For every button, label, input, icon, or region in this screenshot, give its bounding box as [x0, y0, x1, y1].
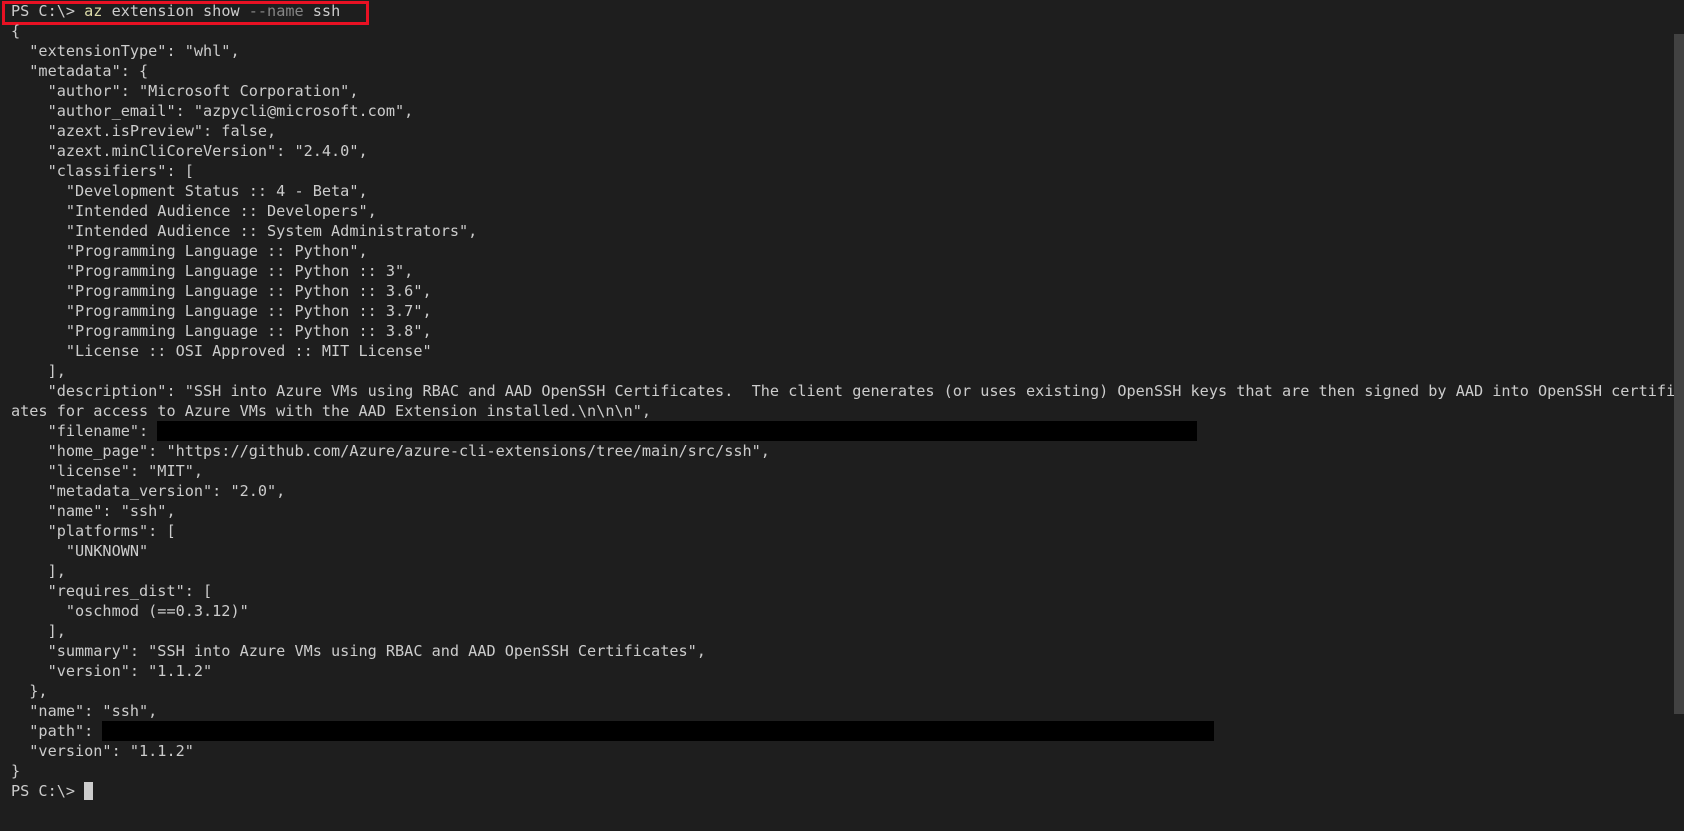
output-line: "home_page": "https://github.com/Azure/a… [11, 442, 770, 460]
output-line: ], [11, 622, 66, 640]
output-line: "Programming Language :: Python :: 3.8", [11, 322, 432, 340]
redacted-path [102, 721, 1215, 741]
output-line: "Intended Audience :: System Administrat… [11, 222, 478, 240]
output-line: ], [11, 362, 66, 380]
output-line: "azext.minCliCoreVersion": "2.4.0", [11, 142, 368, 160]
output-line: "Programming Language :: Python", [11, 242, 368, 260]
command-line: PS C:\> az extension show --name ssh [11, 1, 1671, 21]
output-line: "author_email": "azpycli@microsoft.com", [11, 102, 414, 120]
output-line: "metadata_version": "2.0", [11, 482, 286, 500]
output-line: "platforms": [ [11, 522, 176, 540]
output-line: "version": "1.1.2" [11, 742, 194, 760]
terminal-window[interactable]: PS C:\> az extension show --name ssh { "… [0, 0, 1684, 831]
output-line: ], [11, 562, 66, 580]
output-line-path: "path": [11, 721, 1671, 741]
final-prompt-line[interactable]: PS C:\> [11, 781, 1671, 801]
output-line: "extensionType": "whl", [11, 42, 240, 60]
output-line: "requires_dist": [ [11, 582, 213, 600]
output-line: "Development Status :: 4 - Beta", [11, 182, 368, 200]
output-line: }, [11, 682, 48, 700]
output-line: "oschmod (==0.3.12)" [11, 602, 249, 620]
output-line: } [11, 762, 21, 780]
output-line: "Intended Audience :: Developers", [11, 202, 377, 220]
text-cursor[interactable] [84, 782, 94, 800]
command-flag: --name [248, 2, 304, 20]
output-line: "classifiers": [ [11, 162, 194, 180]
output-line: ates for access to Azure VMs with the AA… [11, 402, 652, 420]
output-line: "description": "SSH into Azure VMs using… [11, 382, 1684, 400]
command-exe: az [84, 2, 103, 20]
prompt: PS C:\> [11, 2, 85, 20]
output-line: "Programming Language :: Python :: 3.6", [11, 282, 432, 300]
scrollbar-track[interactable] [1674, 0, 1684, 831]
output-line: "summary": "SSH into Azure VMs using RBA… [11, 642, 706, 660]
terminal-output: PS C:\> az extension show --name ssh { "… [11, 1, 1684, 801]
command-args-value: ssh [303, 2, 341, 20]
output-line: "name": "ssh", [11, 502, 176, 520]
output-line-filename: "filename": [11, 421, 1671, 441]
output-line: "version": "1.1.2" [11, 662, 213, 680]
output-line: "author": "Microsoft Corporation", [11, 82, 359, 100]
output-line: "License :: OSI Approved :: MIT License" [11, 342, 432, 360]
output-line: "Programming Language :: Python :: 3", [11, 262, 414, 280]
output-line: "license": "MIT", [11, 462, 204, 480]
output-line: "metadata": { [11, 62, 149, 80]
output-line: "UNKNOWN" [11, 542, 149, 560]
path-key: "path": [11, 722, 103, 740]
output-line: "azext.isPreview": false, [11, 122, 277, 140]
redacted-filename [157, 421, 1198, 441]
output-line: { [11, 22, 21, 40]
scrollbar-thumb[interactable] [1674, 34, 1684, 714]
output-line: "Programming Language :: Python :: 3.7", [11, 302, 432, 320]
output-line: "name": "ssh", [11, 702, 158, 720]
prompt: PS C:\> [11, 782, 85, 800]
command-args: extension show [102, 2, 249, 20]
filename-key: "filename": [11, 422, 158, 440]
